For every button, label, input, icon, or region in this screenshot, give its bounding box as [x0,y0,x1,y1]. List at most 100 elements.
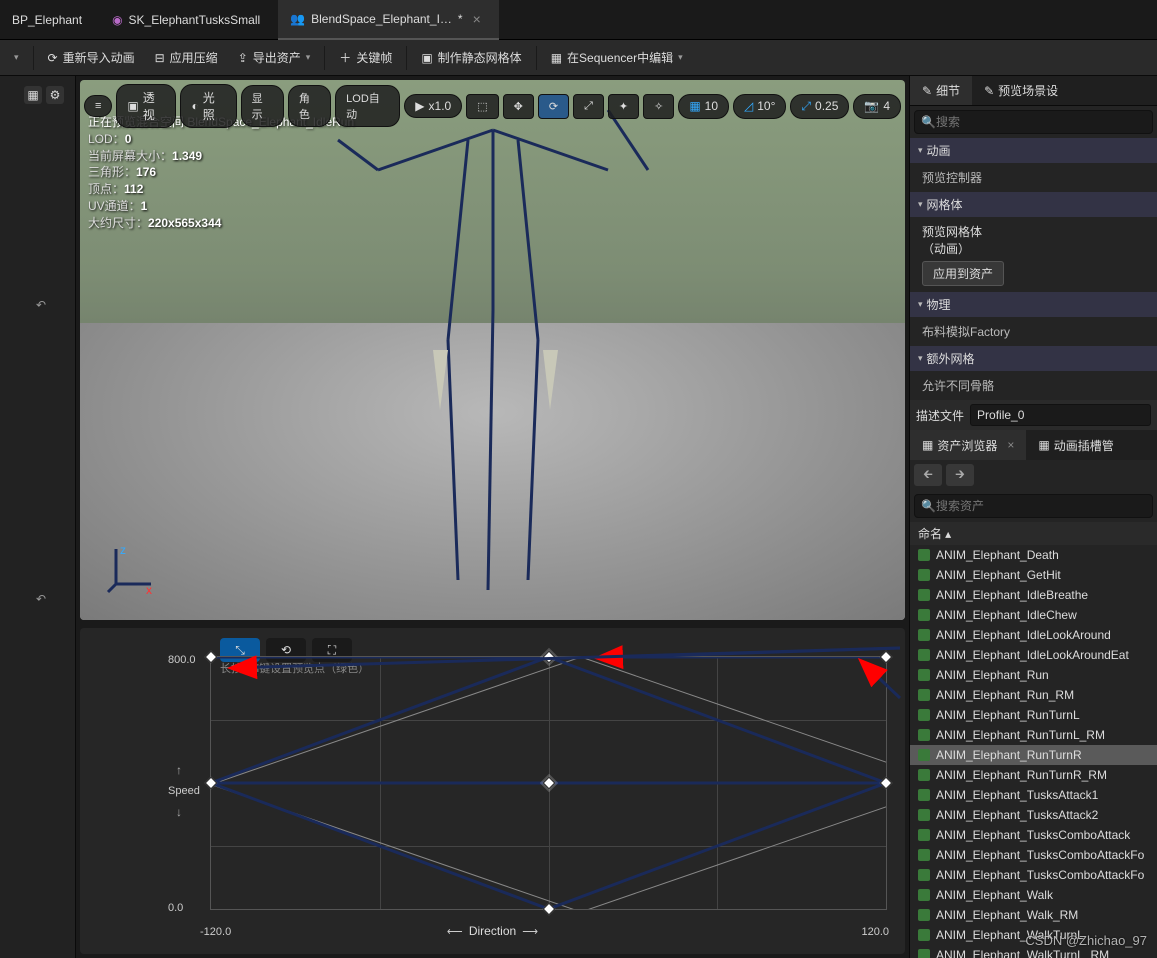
section-mesh[interactable]: ▾网格体 [910,192,1157,217]
x-max-label: 120.0 [861,926,889,938]
asset-item[interactable]: ANIM_Elephant_RunTurnL [910,705,1157,725]
tab-sk-tusks[interactable]: ◉SK_ElephantTusksSmall [100,0,278,40]
search-input[interactable] [936,115,1146,129]
tab-label: BlendSpace_Elephant_I… [311,12,452,26]
play-speed-button[interactable]: ▶x1.0 [404,94,462,118]
details-search[interactable]: 🔍 [914,110,1153,134]
asset-item[interactable]: ANIM_Elephant_Death [910,545,1157,565]
asset-search[interactable]: 🔍 [914,494,1153,518]
asset-icon [918,669,930,681]
nav-back-button[interactable]: 🡰 [914,464,942,486]
apply-compression-button[interactable]: ⊟应用压缩 [145,43,228,73]
compress-icon: ⊟ [155,51,165,65]
scale-snap[interactable]: ⤢0.25 [790,94,849,119]
asset-item[interactable]: ANIM_Elephant_Run [910,665,1157,685]
scale-tool[interactable]: ⤢ [573,94,604,119]
section-extramesh[interactable]: ▾额外网格 [910,346,1157,371]
asset-icon [918,649,930,661]
misc-tool-1[interactable]: ✦ [608,94,639,119]
asset-item[interactable]: ANIM_Elephant_RunTurnL_RM [910,725,1157,745]
asset-name: ANIM_Elephant_RunTurnL [936,708,1080,722]
column-header-name[interactable]: 命名 ▴ [910,522,1157,545]
asset-item[interactable]: ANIM_Elephant_GetHit [910,565,1157,585]
character-button[interactable]: 角色 [288,85,331,127]
asset-item[interactable]: ANIM_Elephant_TusksComboAttack [910,825,1157,845]
show-button[interactable]: 显示 [241,85,284,127]
perspective-button[interactable]: ▣透视 [116,84,176,128]
grid-snap[interactable]: ▦10 [678,94,729,119]
preview-scene-tab[interactable]: ✎预览场景设 [972,76,1070,105]
search-icon: 🔍 [921,499,936,513]
x-min-label: -120.0 [200,926,231,938]
asset-icon [918,849,930,861]
plus-icon: ＋ [339,49,351,66]
tab-bp-elephant[interactable]: BP_Elephant [0,0,100,40]
asset-icon [918,609,930,621]
asset-item[interactable]: ANIM_Elephant_IdleBreathe [910,585,1157,605]
asset-item[interactable]: ANIM_Elephant_RunTurnR_RM [910,765,1157,785]
lighting-button[interactable]: ◐光照 [180,84,236,128]
allow-diff-skel-row: 允许不同骨骼 [910,371,1157,400]
asset-name: ANIM_Elephant_TusksComboAttack [936,828,1130,842]
anim-slot-tab[interactable]: ▦动画插槽管 [1026,430,1125,460]
blendspace-editor[interactable]: ⤡ ⟲ ⛶ 长按Ctrl键设置预览点（绿色） 800.0 0.0 Speed ↑… [80,628,905,954]
details-tab[interactable]: ✎细节 [910,76,972,105]
asset-item[interactable]: ANIM_Elephant_TusksComboAttackFo [910,845,1157,865]
section-physics[interactable]: ▾物理 [910,292,1157,317]
make-staticmesh-button[interactable]: ▣制作静态网格体 [411,43,531,73]
pencil-icon: ✎ [922,84,932,98]
asset-search-input[interactable] [936,499,1146,513]
undo-icon[interactable]: ↶ [36,298,75,312]
close-icon[interactable]: × [1007,438,1014,452]
asset-name: ANIM_Elephant_IdleLookAround [936,628,1111,642]
asset-item[interactable]: ANIM_Elephant_IdleLookAround [910,625,1157,645]
menu-dropdown[interactable]: ▾ [4,43,29,73]
asset-icon [918,729,930,741]
lod-button[interactable]: LOD自动 [335,85,400,127]
asset-item[interactable]: ANIM_Elephant_TusksAttack1 [910,785,1157,805]
blend-grid[interactable] [210,656,887,910]
preview-mesh-label2: （动画） [922,240,1145,257]
asset-icon [918,569,930,581]
close-icon[interactable]: × [473,11,481,27]
nav-fwd-button[interactable]: 🡲 [946,464,974,486]
grid-icon[interactable]: ▦ [24,86,42,104]
y-arrows-icon: ↑↓ [176,763,182,819]
viewport-menu-button[interactable]: ≡ [84,95,112,117]
section-animation[interactable]: ▾动画 [910,138,1157,163]
camera-speed[interactable]: 📷4 [853,94,901,119]
redo-icon[interactable]: ↶ [36,592,75,606]
edit-in-sequencer-button[interactable]: ▦在Sequencer中编辑▾ [541,43,693,73]
asset-item[interactable]: ANIM_Elephant_IdleChew [910,605,1157,625]
export-icon: ⇪ [238,51,248,65]
apply-to-asset-button[interactable]: 应用到资产 [922,261,1004,286]
asset-browser-tab[interactable]: ▦资产浏览器× [910,430,1026,460]
asset-name: ANIM_Elephant_IdleBreathe [936,588,1088,602]
asset-name: ANIM_Elephant_Run [936,668,1049,682]
move-tool[interactable]: ✥ [503,94,534,119]
select-tool[interactable]: ⬚ [466,94,498,119]
asset-item[interactable]: ANIM_Elephant_TusksComboAttackFo [910,865,1157,885]
asset-item[interactable]: ANIM_Elephant_Walk [910,885,1157,905]
misc-tool-2[interactable]: ✧ [643,94,674,119]
angle-snap[interactable]: ◿10° [733,94,786,119]
tab-blendspace[interactable]: 👥BlendSpace_Elephant_I…*× [278,0,499,40]
keyframe-button[interactable]: ＋关键帧 [329,43,402,73]
rotate-tool[interactable]: ⟳ [538,94,569,119]
reimport-anim-button[interactable]: ⟳重新导入动画 [38,43,145,73]
profile-input[interactable] [970,404,1151,426]
asset-item[interactable]: ANIM_Elephant_TusksAttack2 [910,805,1157,825]
asset-icon [918,789,930,801]
asset-item[interactable]: ANIM_Elephant_Walk_RM [910,905,1157,925]
export-asset-button[interactable]: ⇪导出资产▾ [228,43,321,73]
settings-icon[interactable]: ⚙ [46,86,64,104]
asset-item[interactable]: ANIM_Elephant_Run_RM [910,685,1157,705]
asset-icon [918,549,930,561]
asset-name: ANIM_Elephant_IdleLookAroundEat [936,648,1129,662]
asset-list: ANIM_Elephant_Death ANIM_Elephant_GetHit A… [910,545,1157,958]
asset-item[interactable]: ANIM_Elephant_IdleLookAroundEat [910,645,1157,665]
watermark: CSDN @Zhichao_97 [1025,933,1147,948]
asset-item[interactable]: ANIM_Elephant_RunTurnR [910,745,1157,765]
asset-icon [918,949,930,958]
asset-name: ANIM_Elephant_Death [936,548,1059,562]
